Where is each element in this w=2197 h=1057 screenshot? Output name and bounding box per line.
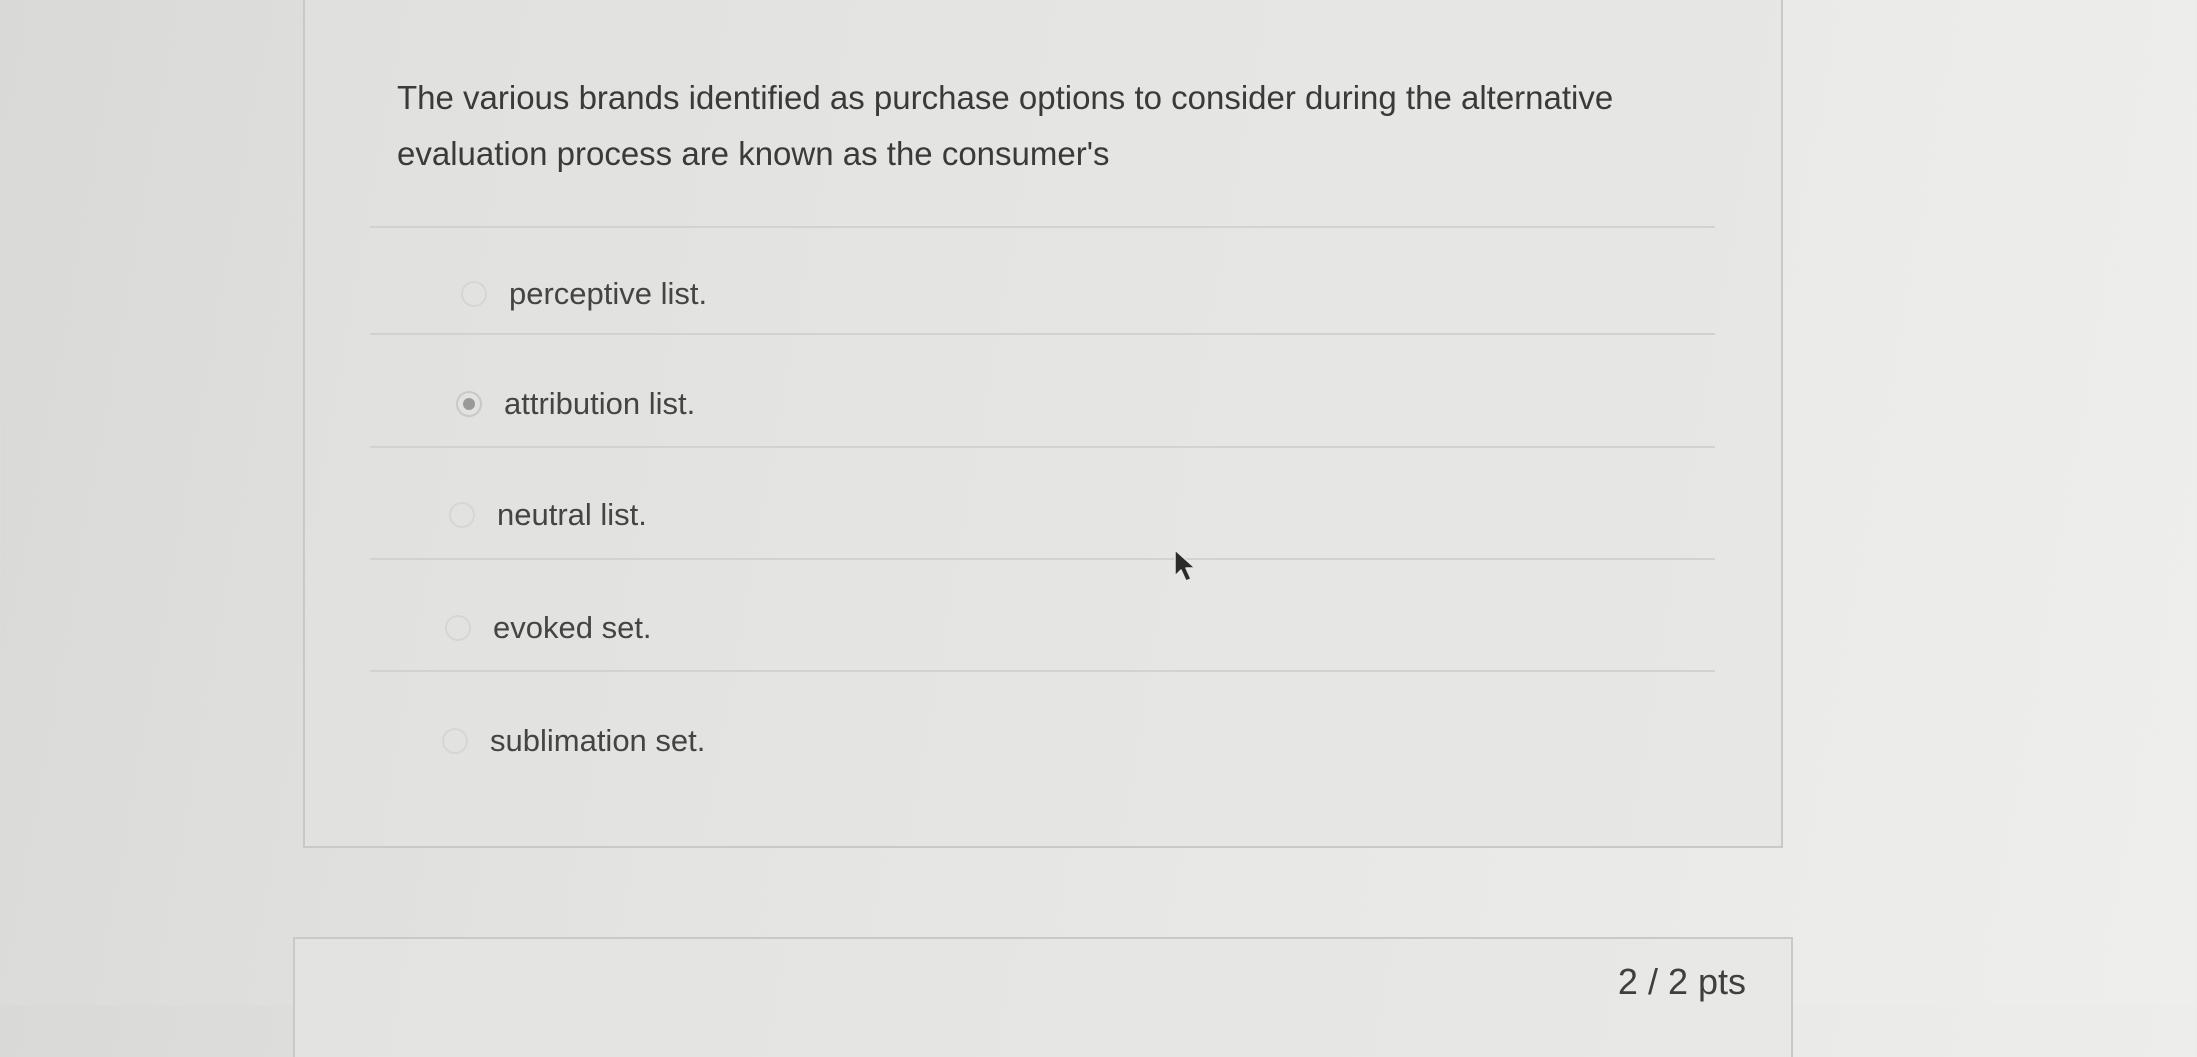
radio-button-selected-icon[interactable] — [456, 391, 482, 417]
option-label: evoked set. — [493, 610, 652, 645]
radio-button-icon[interactable] — [442, 728, 468, 754]
answer-option-sublimation-set[interactable]: sublimation set. — [442, 716, 705, 766]
next-question-card: 2 / 2 pts — [293, 937, 1793, 1057]
divider — [370, 333, 1715, 335]
divider — [370, 558, 1715, 560]
option-label: sublimation set. — [490, 723, 706, 758]
answer-option-attribution-list[interactable]: attribution list. — [456, 379, 695, 429]
answer-option-perceptive-list[interactable]: perceptive list. — [461, 269, 707, 319]
question-text: The various brands identified as purchas… — [397, 79, 1614, 172]
points-label: 2 / 2 pts — [1617, 961, 1746, 1002]
divider — [370, 446, 1715, 448]
answer-option-neutral-list[interactable]: neutral list. — [449, 490, 647, 540]
divider — [370, 670, 1715, 672]
option-label: perceptive list. — [509, 276, 708, 311]
answer-option-evoked-set[interactable]: evoked set. — [445, 603, 652, 653]
radio-button-icon[interactable] — [461, 281, 487, 307]
divider — [370, 226, 1715, 228]
option-label: attribution list. — [504, 386, 696, 421]
question-card: The various brands identified as purchas… — [303, 0, 1783, 848]
option-label: neutral list. — [497, 497, 647, 532]
radio-button-icon[interactable] — [449, 502, 475, 528]
radio-button-icon[interactable] — [445, 615, 471, 641]
mouse-pointer-icon — [1174, 549, 1196, 582]
